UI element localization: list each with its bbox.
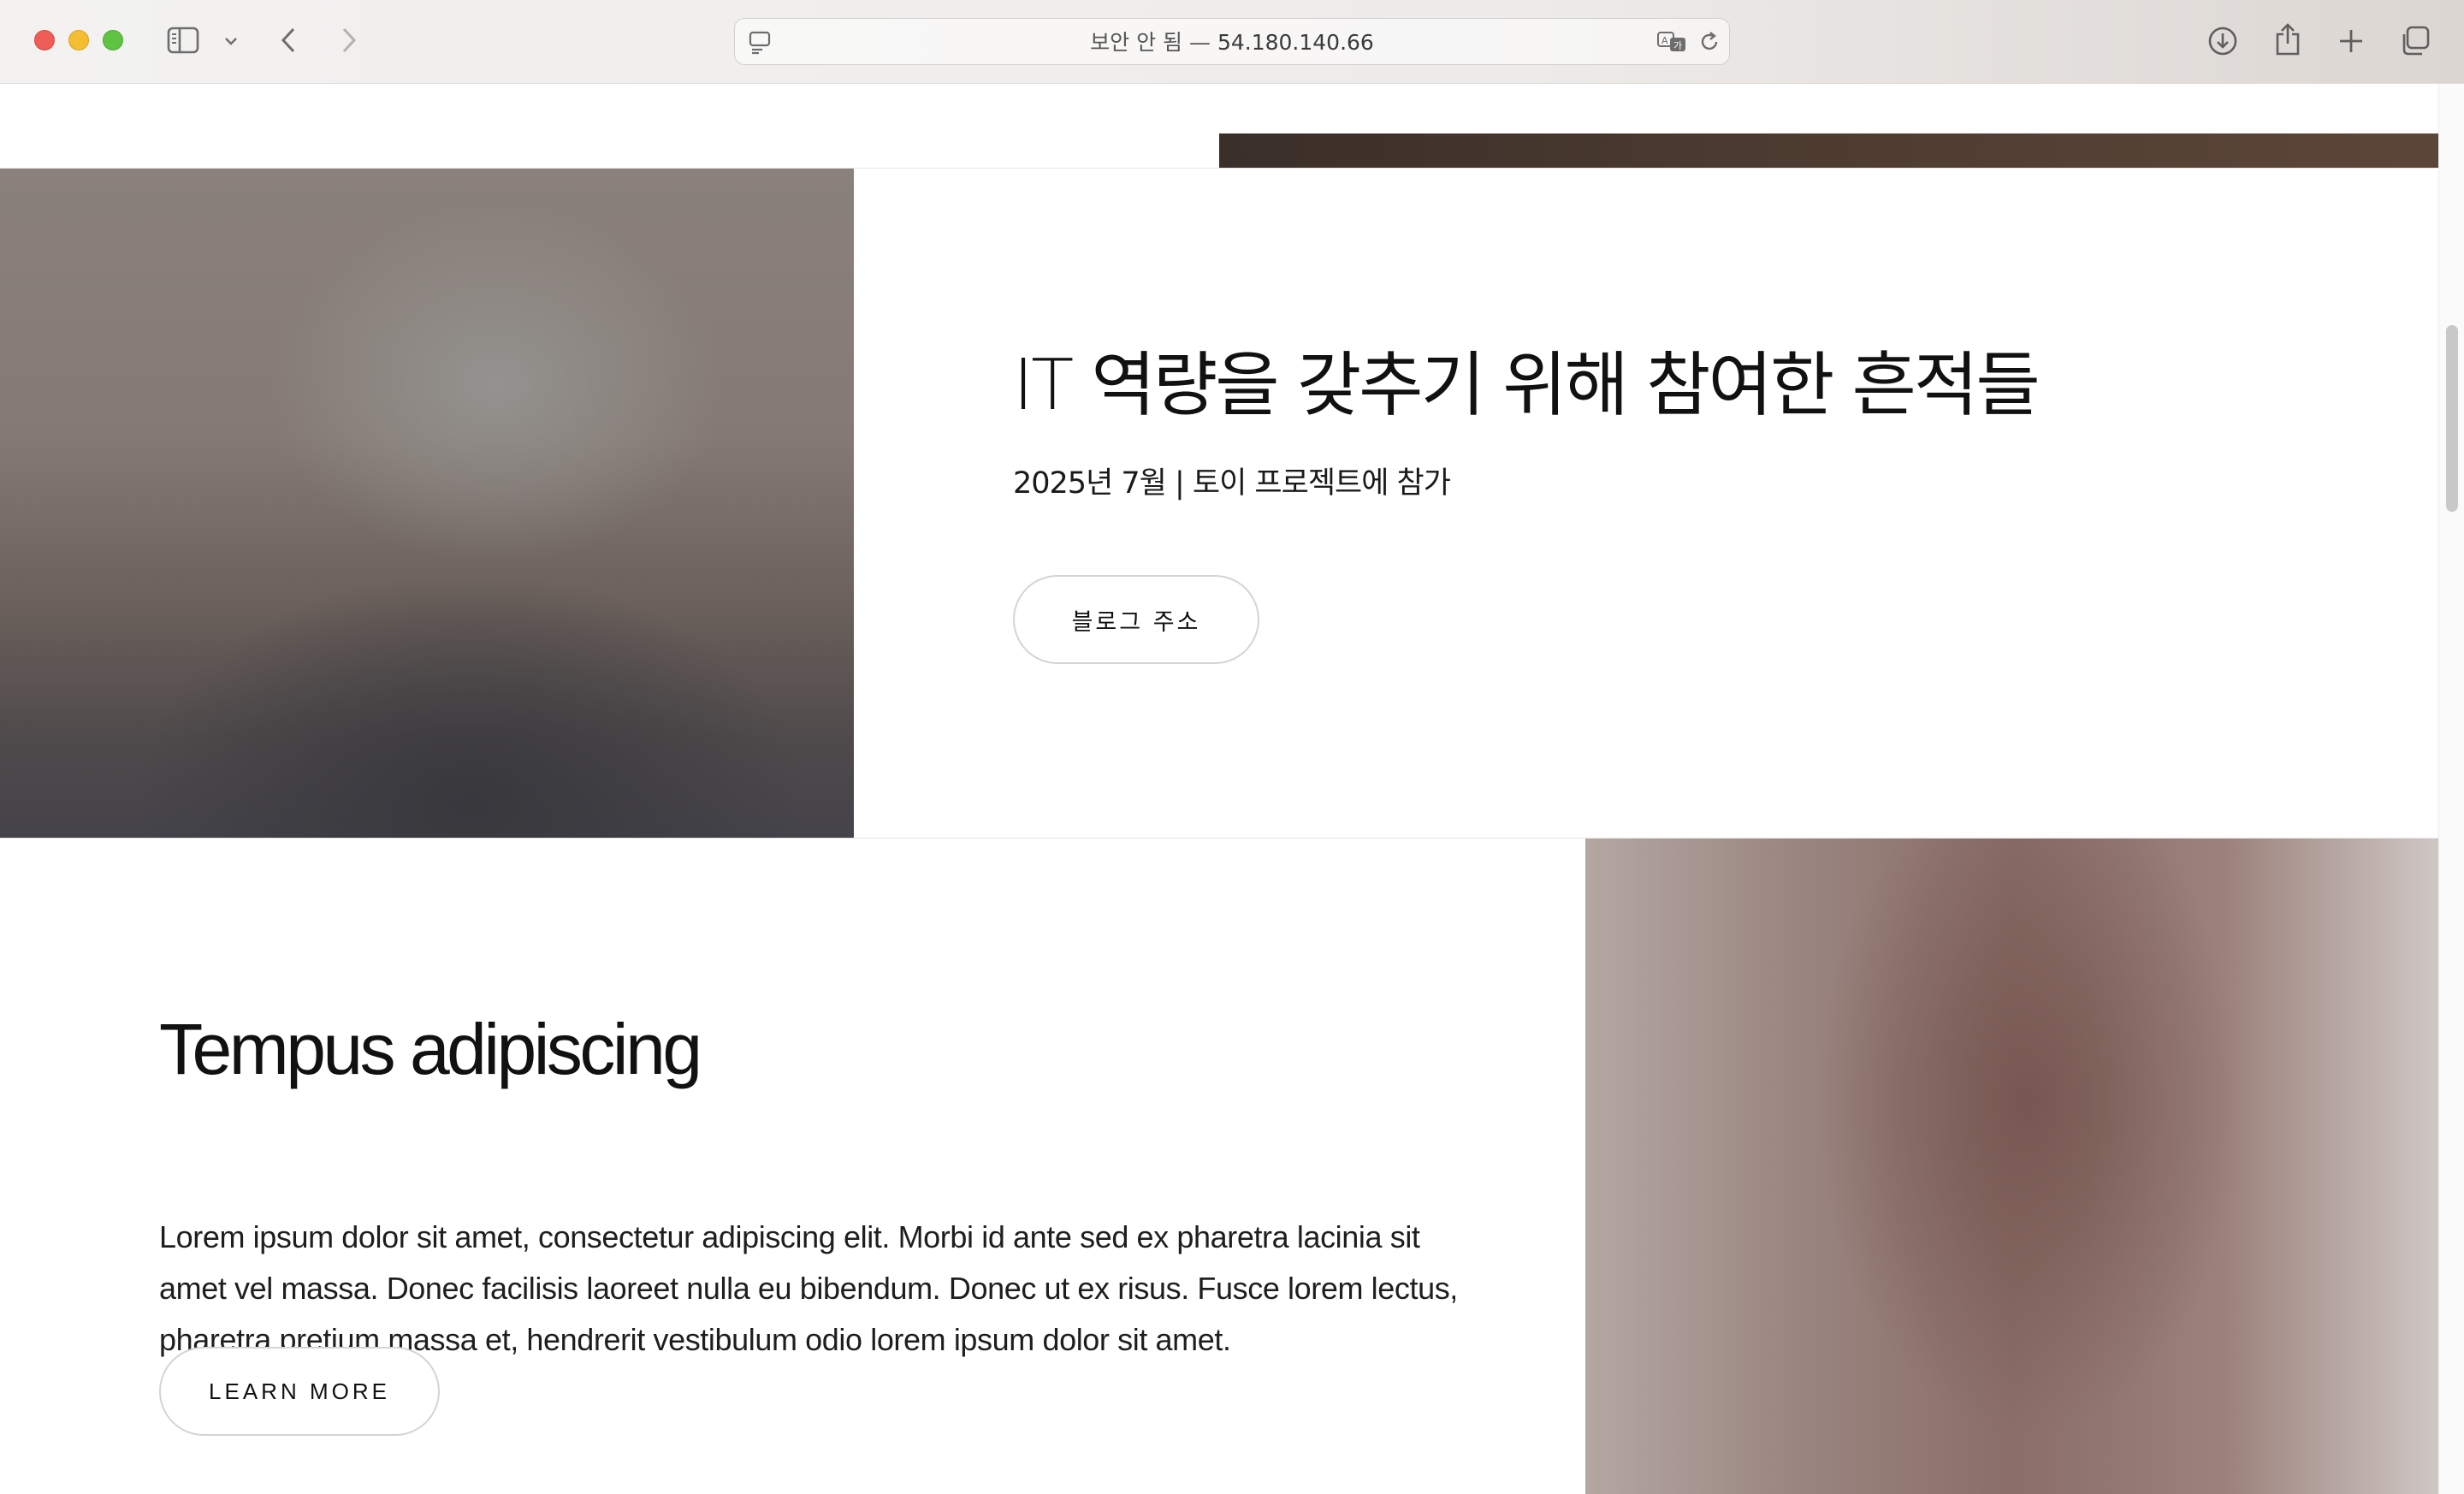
svg-text:A: A — [1661, 35, 1668, 46]
previous-section-image — [1219, 133, 2438, 168]
translate-icon[interactable]: A가 — [1656, 29, 1690, 55]
minimize-window-button[interactable] — [68, 30, 89, 50]
reload-icon[interactable] — [1697, 29, 1722, 55]
section-one-image — [0, 169, 854, 839]
section-one-title: IT 역량을 갖추기 위해 참여한 흔적들 — [1013, 345, 2040, 426]
address-bar[interactable]: 보안 안 됨 — 54.180.140.66 A가 — [734, 18, 1730, 65]
plus-icon[interactable] — [2334, 24, 2368, 58]
svg-text:가: 가 — [1673, 40, 1682, 51]
security-label: 보안 안 됨 — — [1090, 30, 1211, 55]
chevron-down-icon[interactable] — [222, 33, 240, 50]
download-icon[interactable] — [2206, 24, 2240, 58]
learn-more-button[interactable]: LEARN MORE — [159, 1347, 440, 1436]
body-line: Lorem ipsum dolor sit amet, consectetur … — [159, 1219, 1420, 1254]
zoom-window-button[interactable] — [103, 30, 123, 50]
browser-toolbar: 보안 안 됨 — 54.180.140.66 A가 — [0, 0, 2464, 84]
web-page: IT 역량을 갖추기 위해 참여한 흔적들 2025년 7월 | 토이 프로젝트… — [0, 84, 2438, 1494]
chevron-left-icon[interactable] — [275, 24, 301, 56]
blog-link-button[interactable]: 블로그 주소 — [1013, 575, 1259, 664]
body-line: amet vel massa. Donec facilisis laoreet … — [159, 1271, 1458, 1306]
close-window-button[interactable] — [34, 30, 55, 50]
chevron-right-icon[interactable] — [336, 24, 362, 56]
scrollbar-thumb[interactable] — [2446, 325, 2458, 512]
tabs-icon[interactable] — [2397, 24, 2431, 58]
scrollbar[interactable] — [2438, 84, 2464, 1494]
url-text[interactable]: 보안 안 됨 — 54.180.140.66 — [735, 19, 1729, 66]
section-two-image — [1585, 839, 2438, 1494]
section-two-title: Tempus adipiscing — [159, 1009, 702, 1089]
url-host: 54.180.140.66 — [1217, 30, 1374, 55]
section-one-subtitle: 2025년 7월 | 토이 프로젝트에 참가 — [1013, 466, 1451, 501]
share-icon[interactable] — [2271, 21, 2305, 58]
section-two-body: Lorem ipsum dolor sit amet, consectetur … — [159, 1212, 1477, 1366]
sidebar-icon[interactable] — [166, 26, 200, 55]
